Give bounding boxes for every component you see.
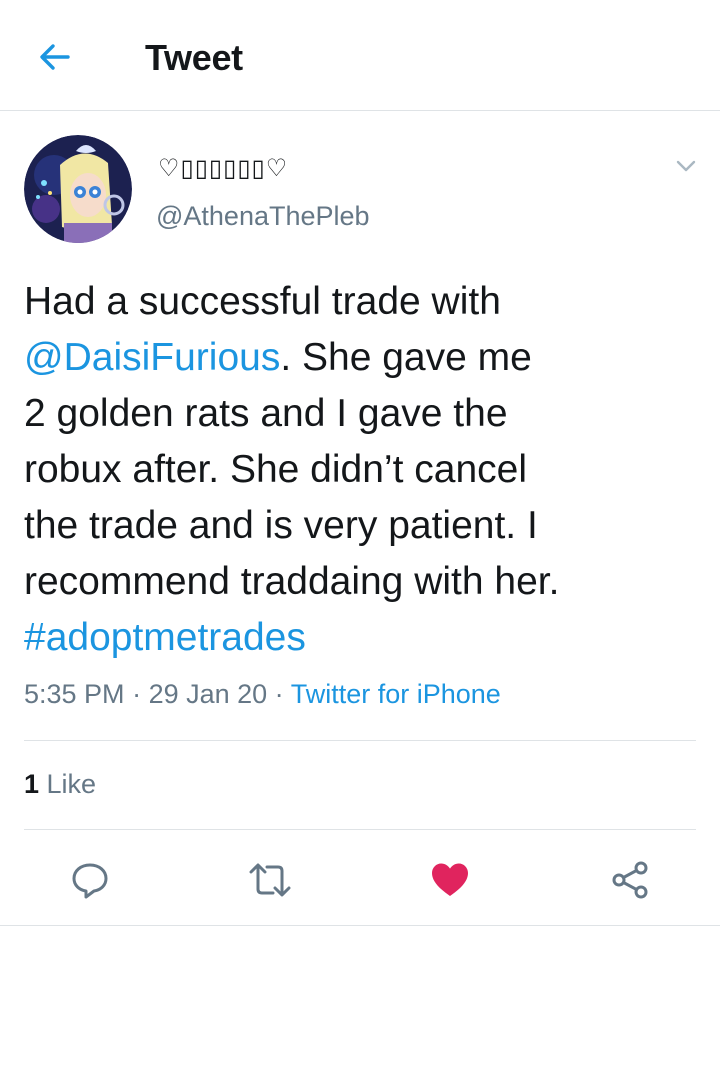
share-button[interactable] [600, 850, 660, 910]
app-header: Tweet [0, 0, 720, 111]
meta-separator: · [267, 679, 291, 709]
tweet-line: recommend traddaing with her. [24, 560, 560, 603]
tweet-actions [0, 850, 720, 910]
divider [0, 925, 720, 926]
retweet-button[interactable] [240, 850, 300, 910]
chevron-down-icon[interactable] [672, 152, 700, 180]
likes-summary[interactable]: 1 Like [24, 769, 96, 800]
tweet-source-link[interactable]: Twitter for iPhone [291, 679, 501, 709]
divider [24, 829, 696, 830]
divider [24, 740, 696, 741]
heart-icon [432, 863, 468, 896]
share-icon [612, 861, 648, 899]
like-button[interactable] [420, 850, 480, 910]
reply-icon [72, 863, 108, 899]
tweet-line: Had a successful trade with [24, 280, 501, 323]
user-handle[interactable]: @AthenaThePleb [156, 201, 370, 232]
tweet-line: the trade and is very patient. I [24, 504, 538, 547]
display-name[interactable]: ♡▯▯▯▯▯▯♡ [158, 154, 288, 182]
like-label: Like [39, 769, 97, 799]
tweet-meta: 5:35 PM · 29 Jan 20 · Twitter for iPhone [24, 679, 501, 710]
retweet-icon [249, 863, 291, 897]
tweet-line: robux after. She didn’t cancel [24, 448, 527, 491]
avatar[interactable] [24, 135, 132, 243]
back-arrow-icon[interactable] [34, 36, 76, 78]
tweet-date: 29 Jan 20 [148, 679, 268, 709]
like-count: 1 [24, 769, 40, 799]
mention-link[interactable]: @DaisiFurious [24, 336, 280, 379]
meta-separator: · [124, 679, 149, 709]
reply-button[interactable] [60, 850, 120, 910]
page-title: Tweet [145, 37, 243, 78]
tweet-line: @DaisiFurious. She gave me [24, 336, 532, 379]
tweet-text: Had a successful trade with @DaisiFuriou… [24, 274, 694, 666]
hashtag-link[interactable]: #adoptmetrades [24, 616, 306, 659]
tweet-time: 5:35 PM [24, 679, 125, 709]
tweet-line: #adoptmetrades [24, 610, 694, 666]
tweet-line: 2 golden rats and I gave the [24, 392, 508, 435]
